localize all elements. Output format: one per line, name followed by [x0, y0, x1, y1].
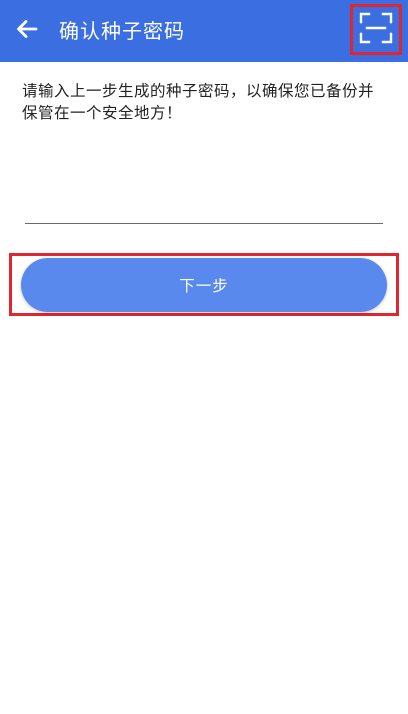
- next-step-label: 下一步: [179, 277, 229, 295]
- app-screen: 确认种子密码 请输入上一步生成的种子密码，以确保您已备份并保管在一个安全地方！ …: [0, 0, 408, 714]
- back-button[interactable]: [10, 14, 44, 48]
- page-title: 确认种子密码: [59, 19, 185, 43]
- arrow-left-icon: [15, 17, 39, 45]
- seed-password-input[interactable]: [25, 160, 383, 224]
- instruction-text: 请输入上一步生成的种子密码，以确保您已备份并保管在一个安全地方！: [22, 82, 375, 122]
- next-step-button[interactable]: 下一步: [21, 258, 387, 312]
- top-app-bar: 确认种子密码: [0, 0, 408, 62]
- scan-frame-icon: [359, 12, 393, 48]
- scan-button[interactable]: [350, 4, 402, 55]
